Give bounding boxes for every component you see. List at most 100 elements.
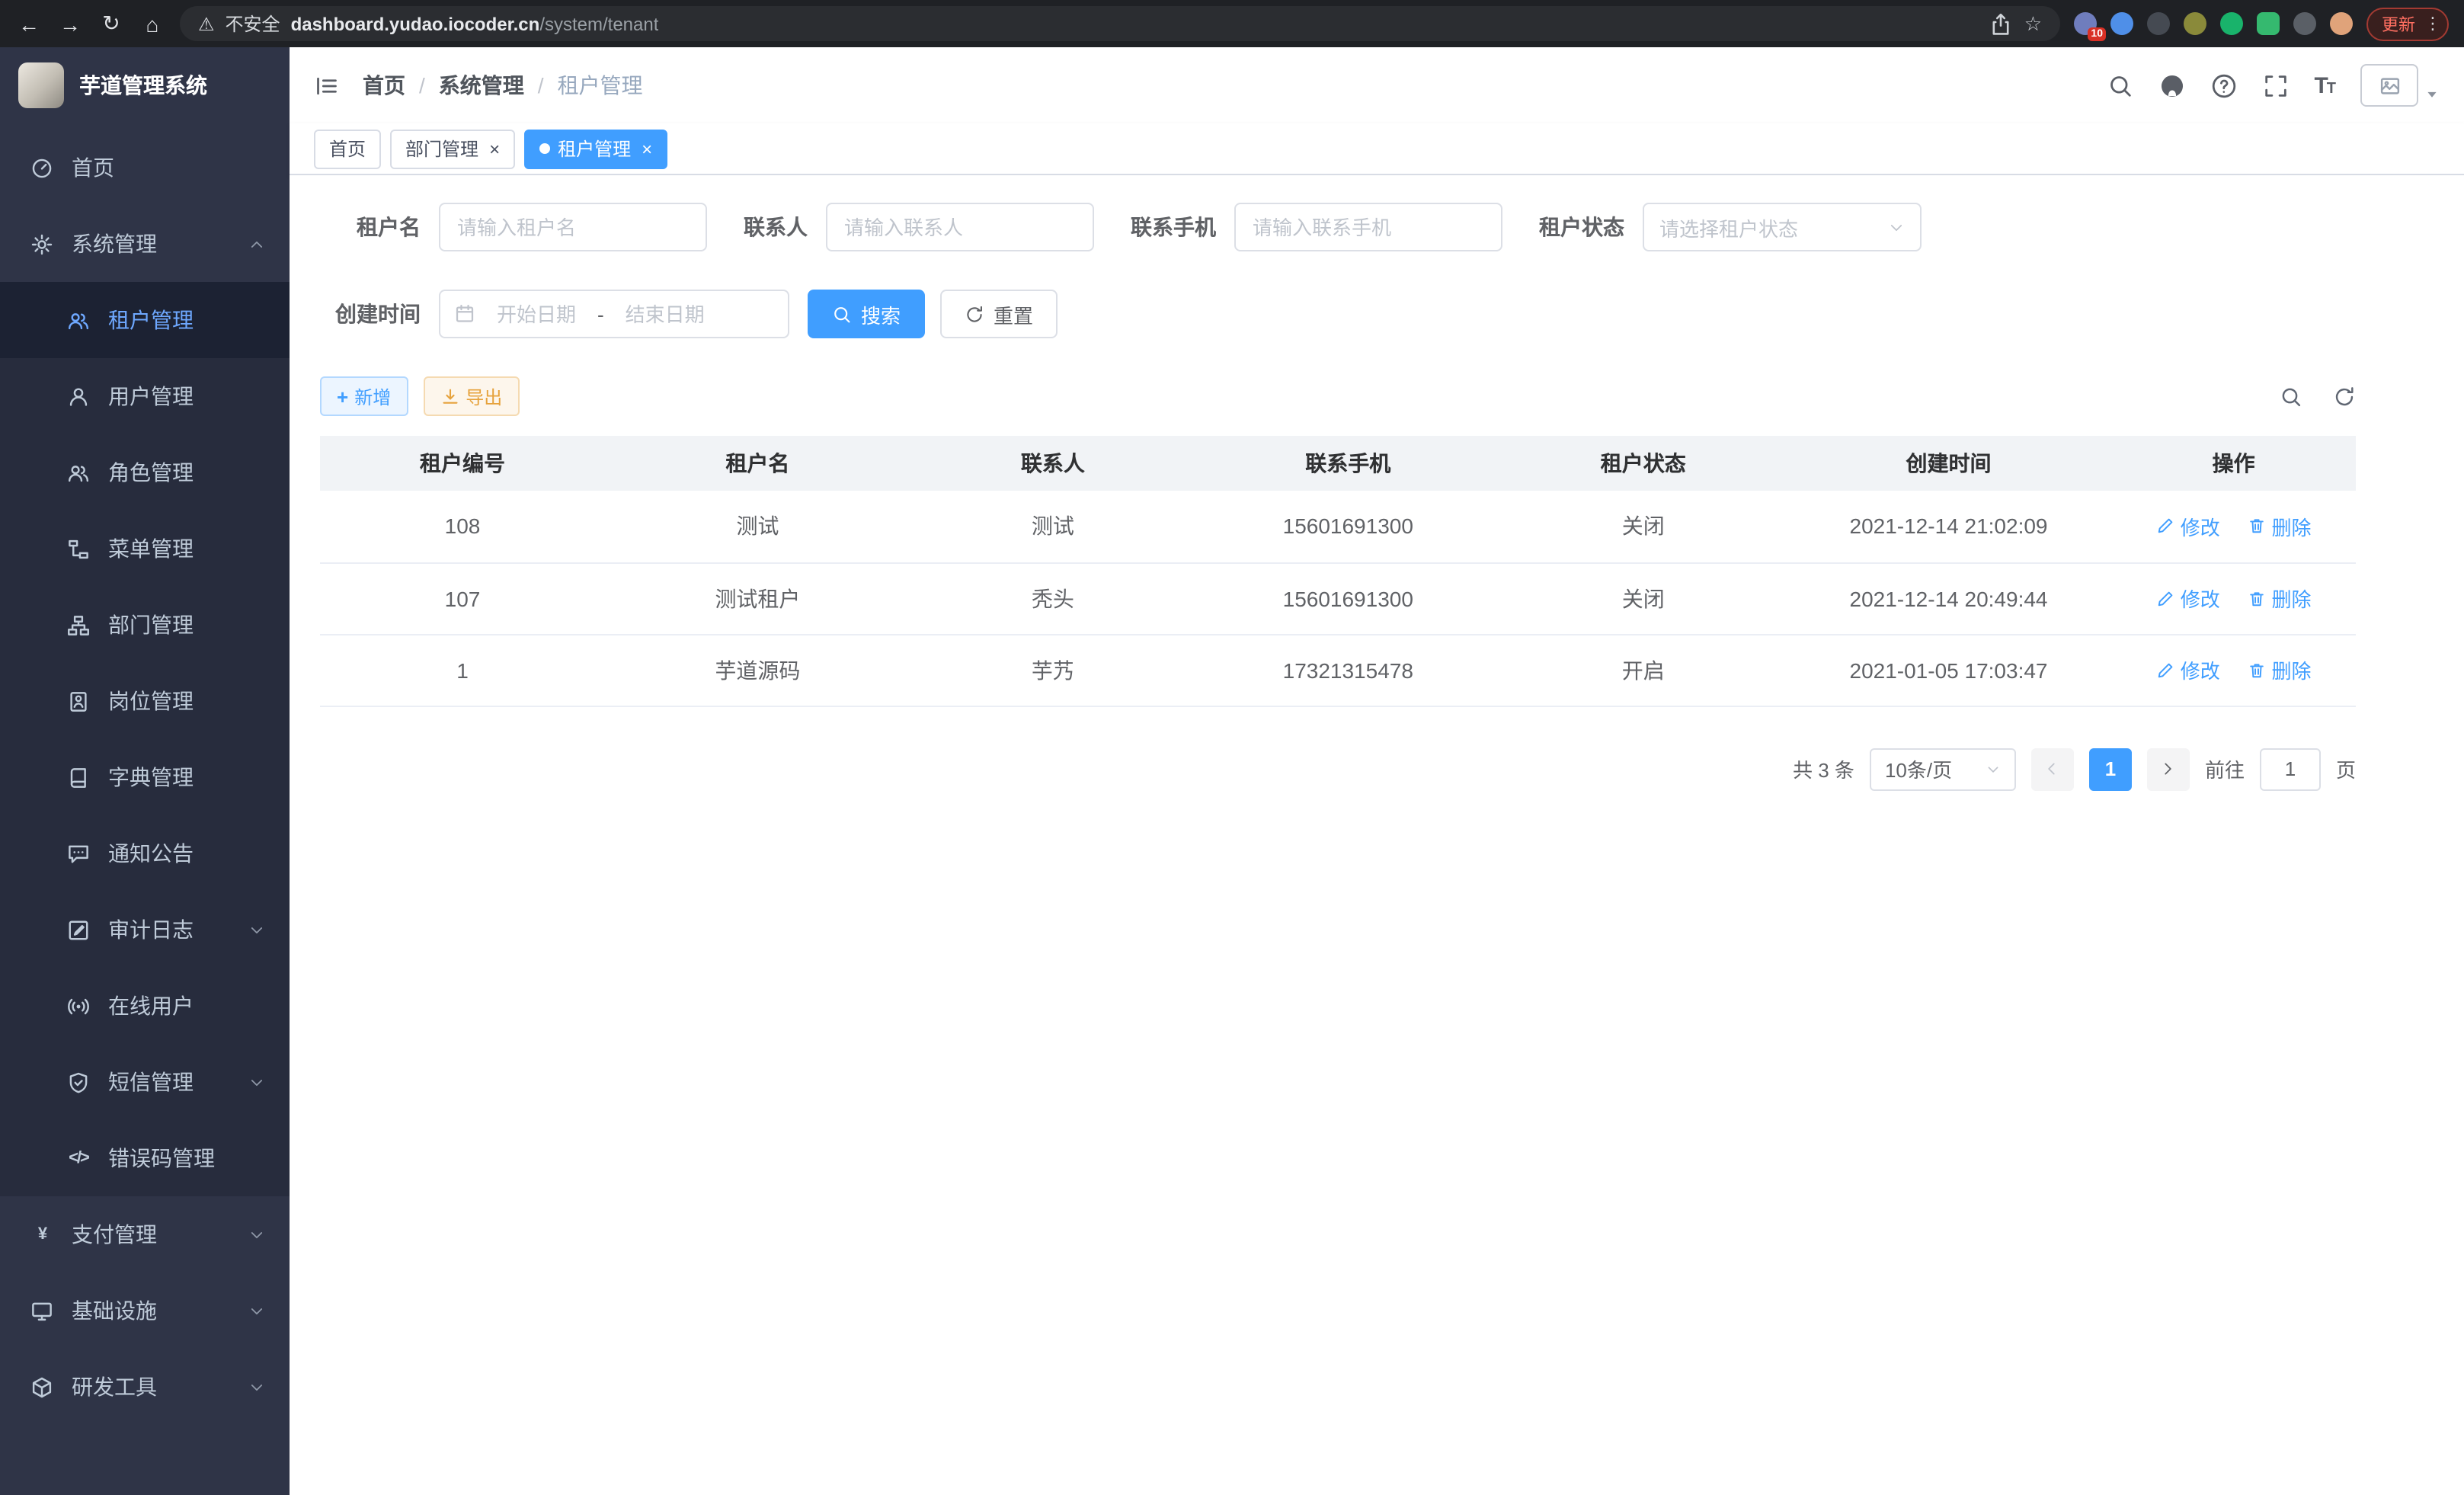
tenant-status-select[interactable]: 请选择租户状态	[1643, 203, 1922, 251]
main-area: 首页 / 系统管理 / 租户管理 TT	[290, 47, 2464, 1495]
sidebar-item-user[interactable]: 用户管理	[0, 358, 290, 434]
reset-button[interactable]: 重置	[940, 290, 1058, 338]
back-icon[interactable]: ←	[15, 11, 43, 36]
forward-icon[interactable]: →	[56, 11, 84, 36]
github-icon[interactable]	[2158, 72, 2184, 98]
page-content: 租户名 联系人 联系手机 租户状态 请选择租户状态	[290, 175, 2464, 1495]
reload-icon[interactable]: ↻	[98, 11, 125, 37]
start-date-input[interactable]	[482, 303, 591, 325]
delete-link[interactable]: 删除	[2248, 512, 2312, 541]
table-row: 107 测试租户 秃头 15601691300 关闭 2021-12-14 20…	[320, 562, 2356, 634]
sidebar-item-post[interactable]: 岗位管理	[0, 663, 290, 739]
sidebar-item-label: 在线用户	[108, 991, 194, 1021]
browser-toolbar: ← → ↻ ⌂ ⚠ 不安全 dashboard.yudao.iocoder.cn…	[0, 0, 2464, 47]
sidebar-item-infra[interactable]: 基础设施	[0, 1273, 290, 1349]
sidebar-toggle-icon[interactable]	[314, 72, 340, 98]
url-path: /system/tenant	[539, 13, 658, 34]
col-header: 创建时间	[1786, 436, 2112, 491]
refresh-icon[interactable]	[2333, 385, 2356, 408]
close-icon[interactable]: ×	[489, 139, 500, 158]
close-icon[interactable]: ×	[642, 139, 652, 158]
extension-icon[interactable]: 10	[2074, 12, 2097, 35]
breadcrumb-home[interactable]: 首页	[363, 70, 405, 101]
sidebar-item-menu[interactable]: 菜单管理	[0, 511, 290, 587]
cell-contact: 秃头	[910, 562, 1195, 634]
help-icon[interactable]	[2210, 72, 2236, 98]
sidebar-item-label: 错误码管理	[108, 1143, 215, 1173]
sidebar-item-audit-log[interactable]: 审计日志	[0, 892, 290, 968]
extension-icon[interactable]	[2147, 12, 2170, 35]
tenant-name-input[interactable]	[439, 203, 707, 251]
sidebar-item-label: 通知公告	[108, 838, 194, 869]
extension-icon[interactable]	[2257, 12, 2280, 35]
breadcrumb-system[interactable]: 系统管理	[439, 70, 524, 101]
search-button[interactable]: 搜索	[808, 290, 925, 338]
edit-link[interactable]: 修改	[2156, 512, 2220, 541]
plus-icon: +	[337, 386, 348, 406]
search-toggle-icon[interactable]	[2280, 385, 2302, 408]
sidebar-item-label: 基础设施	[72, 1295, 157, 1326]
user-avatar-menu[interactable]	[2360, 64, 2440, 107]
tab-tenant[interactable]: 租户管理 ×	[524, 129, 667, 168]
sidebar-item-role[interactable]: 角色管理	[0, 434, 290, 511]
extension-icon[interactable]	[2293, 12, 2316, 35]
home-icon[interactable]: ⌂	[139, 11, 166, 36]
next-page-button[interactable]	[2147, 748, 2190, 790]
security-warning-icon[interactable]: ⚠	[198, 13, 215, 34]
dashboard-icon	[30, 156, 53, 179]
sidebar-item-tenant[interactable]: 租户管理	[0, 282, 290, 358]
caret-down-icon	[2424, 87, 2440, 102]
extension-icon[interactable]	[2220, 12, 2243, 35]
address-bar[interactable]: ⚠ 不安全 dashboard.yudao.iocoder.cn/system/…	[180, 6, 2060, 41]
url-host: dashboard.yudao.iocoder.cn	[291, 13, 540, 34]
sidebar-item-system[interactable]: 系统管理	[0, 206, 290, 282]
chevron-down-icon	[1986, 761, 2001, 776]
tab-dept[interactable]: 部门管理 ×	[390, 129, 515, 168]
contact-input[interactable]	[826, 203, 1094, 251]
sidebar-item-dept[interactable]: 部门管理	[0, 587, 290, 663]
page-size-select[interactable]: 10条/页	[1870, 748, 2016, 790]
edit-link[interactable]: 修改	[2156, 584, 2220, 613]
top-navbar: 首页 / 系统管理 / 租户管理 TT	[290, 47, 2464, 123]
browser-update-button[interactable]: 更新 ⋮	[2366, 7, 2449, 40]
prev-page-button[interactable]	[2031, 748, 2074, 790]
font-size-icon[interactable]: TT	[2314, 72, 2334, 98]
extension-icon[interactable]	[2184, 12, 2206, 35]
search-icon[interactable]	[2107, 72, 2133, 98]
export-button[interactable]: 导出	[423, 376, 519, 416]
browser-menu-icon[interactable]: ⋮	[2424, 14, 2441, 34]
cell-status: 开启	[1501, 634, 1786, 706]
tenant-table: 租户编号 租户名 联系人 联系手机 租户状态 创建时间 操作 108 测试	[320, 436, 2356, 706]
bookmark-star-icon[interactable]: ☆	[2024, 11, 2042, 36]
extension-icon[interactable]	[2330, 12, 2353, 35]
extension-icon[interactable]	[2110, 12, 2133, 35]
current-page[interactable]: 1	[2089, 748, 2132, 790]
contact-phone-input[interactable]	[1234, 203, 1502, 251]
delete-link[interactable]: 删除	[2248, 655, 2312, 684]
add-button[interactable]: + 新增	[320, 376, 408, 416]
sidebar-item-home[interactable]: 首页	[0, 130, 290, 206]
tab-label: 部门管理	[405, 136, 478, 162]
delete-link[interactable]: 删除	[2248, 584, 2312, 613]
trash-icon	[2248, 589, 2266, 607]
extension-badge: 10	[2088, 27, 2106, 41]
sidebar-item-dict[interactable]: 字典管理	[0, 739, 290, 815]
sidebar-item-devtools[interactable]: 研发工具	[0, 1349, 290, 1425]
cell-tenant-id: 1	[320, 634, 605, 706]
sidebar-item-payment[interactable]: ¥ 支付管理	[0, 1196, 290, 1273]
sidebar-item-notice[interactable]: 通知公告	[0, 815, 290, 892]
sidebar-item-error-code[interactable]: </> 错误码管理	[0, 1120, 290, 1196]
date-range-picker[interactable]: -	[439, 290, 789, 338]
sidebar-item-label: 审计日志	[108, 914, 194, 945]
cell-tenant-name: 测试租户	[605, 562, 910, 634]
edit-link[interactable]: 修改	[2156, 655, 2220, 684]
end-date-input[interactable]	[610, 303, 720, 325]
share-icon[interactable]	[1989, 11, 2014, 36]
sidebar-item-online-user[interactable]: 在线用户	[0, 968, 290, 1044]
fullscreen-icon[interactable]	[2262, 72, 2288, 98]
sidebar-item-sms[interactable]: 短信管理	[0, 1044, 290, 1120]
avatar	[2360, 64, 2418, 107]
tab-home[interactable]: 首页	[314, 129, 381, 168]
goto-page-input[interactable]	[2260, 748, 2321, 790]
sidebar-item-label: 字典管理	[108, 762, 194, 792]
